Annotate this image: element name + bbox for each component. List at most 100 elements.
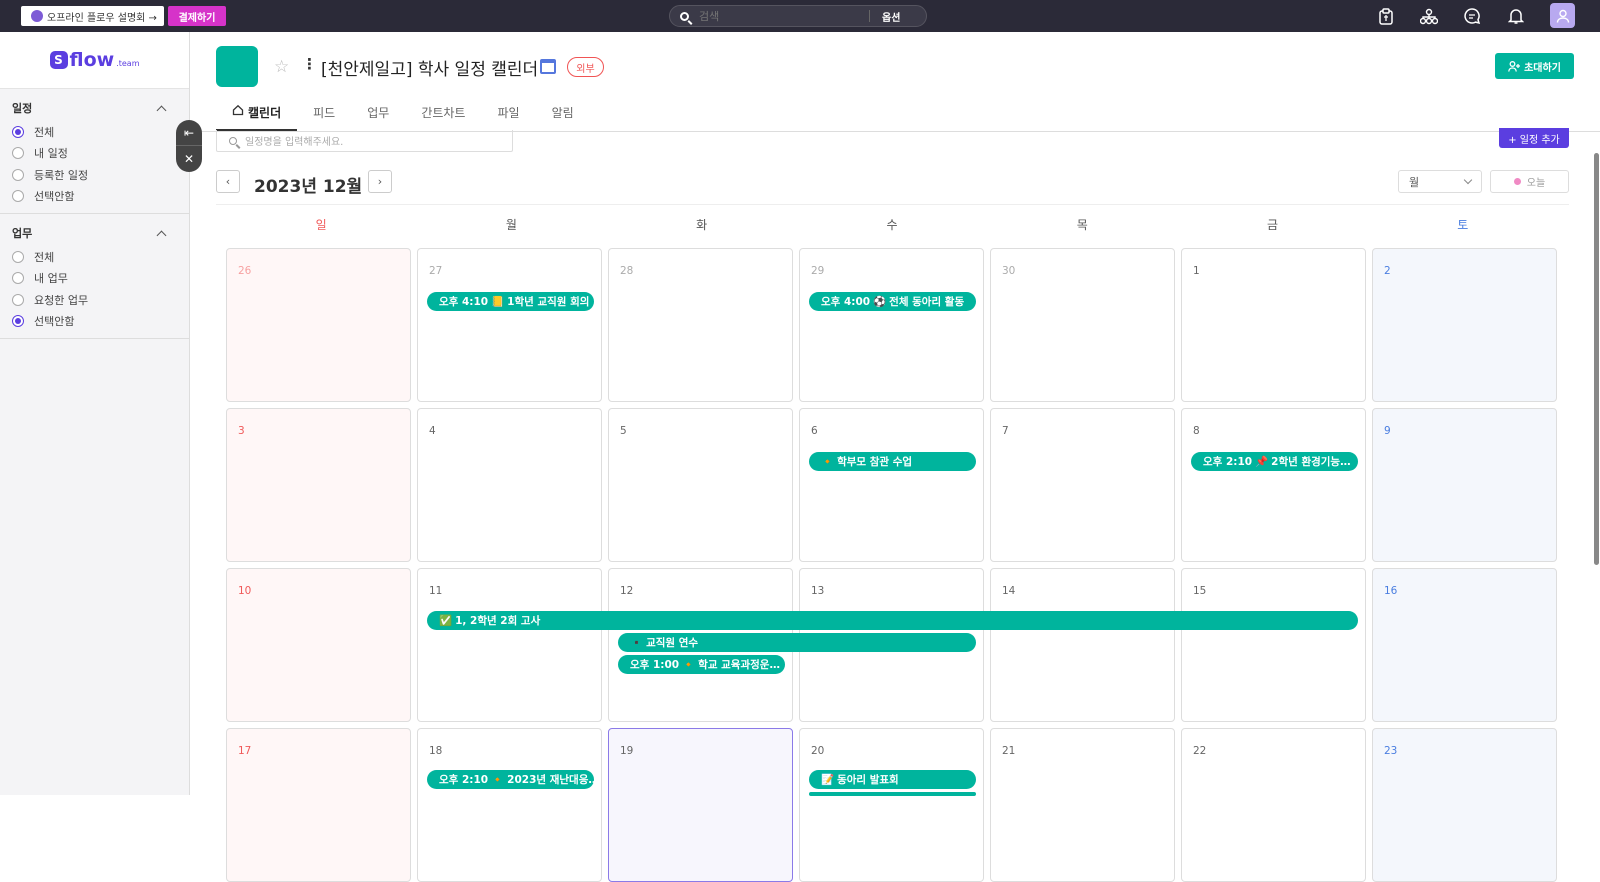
calendar-event-partial[interactable]	[809, 792, 976, 796]
day-cell[interactable]: 28	[608, 248, 793, 402]
next-month-button[interactable]: ›	[368, 170, 392, 193]
radio-selected[interactable]	[12, 125, 24, 138]
radio[interactable]	[12, 272, 24, 285]
search-option-button[interactable]: 옵션	[882, 9, 900, 24]
calendar-event[interactable]: 오후 4:10 📒 1학년 교직원 회의	[427, 292, 594, 311]
schedule-filter-option[interactable]: 전체	[12, 121, 177, 143]
day-cell[interactable]: 14	[990, 568, 1175, 722]
close-icon[interactable]: ✕	[176, 146, 202, 172]
weekday-label: 금	[1267, 218, 1279, 232]
option-label: 요청한 업무	[34, 293, 89, 307]
day-cell[interactable]: 20	[799, 728, 984, 882]
radio[interactable]	[12, 147, 24, 160]
calendar-event[interactable]: 오후 4:00 ⚽ 전체 동아리 활동	[809, 292, 976, 311]
view-mode-select[interactable]: 월	[1398, 170, 1482, 193]
calendar-search-input[interactable]: 일정명을 입력해주세요.	[245, 133, 343, 148]
day-number: 26	[238, 265, 252, 277]
chevron-down-icon	[1463, 175, 1473, 185]
top-bar: 오프라인 플로우 설명회 → 결제하기 옵션	[0, 0, 1600, 32]
day-cell-today[interactable]: 19	[608, 728, 793, 882]
task-filter-option[interactable]: 선택안함	[12, 311, 177, 333]
day-cell[interactable]: 3	[226, 408, 411, 562]
calendar-event[interactable]: 📝 동아리 발표회	[809, 770, 976, 789]
add-event-button[interactable]: + 일정 추가	[1499, 128, 1569, 148]
chevron-up-icon[interactable]	[156, 105, 167, 115]
calendar-event[interactable]: 🔸 학부모 참관 수업	[809, 452, 976, 471]
calendar-event[interactable]: 오후 2:10 📌 2학년 환경기능…	[1191, 452, 1358, 471]
calendar-event[interactable]: ✅ 1, 2학년 2회 고사	[427, 611, 1358, 630]
day-cell[interactable]: 4	[417, 408, 602, 562]
day-cell[interactable]: 27	[417, 248, 602, 402]
task-filter-header[interactable]: 업무	[12, 224, 177, 242]
day-cell[interactable]: 6	[799, 408, 984, 562]
task-filter-option[interactable]: 요청한 업무	[12, 289, 177, 311]
schedule-filter-option[interactable]: 내 일정	[12, 143, 177, 165]
bell-icon[interactable]	[1506, 6, 1526, 26]
day-cell[interactable]: 23	[1372, 728, 1557, 882]
day-cell[interactable]: 10	[226, 568, 411, 722]
tab-tasks[interactable]: 업무	[351, 104, 405, 131]
event-time: 오후 2:10	[1203, 456, 1253, 468]
day-cell[interactable]: 21	[990, 728, 1175, 882]
schedule-filter-header[interactable]: 일정	[12, 99, 177, 117]
event-emoji: 🔸	[821, 456, 835, 468]
logo-sub: .team	[116, 58, 140, 68]
day-cell[interactable]: 16	[1372, 568, 1557, 722]
schedule-filter-option[interactable]: 선택안함	[12, 186, 177, 208]
day-cell[interactable]: 17	[226, 728, 411, 882]
schedule-filter-option[interactable]: 등록한 일정	[12, 164, 177, 186]
calendar-event[interactable]: ▪️ 교직원 연수	[618, 633, 976, 652]
chevron-left-icon: ‹	[225, 175, 231, 188]
star-icon[interactable]: ☆	[274, 57, 289, 77]
clipboard-icon[interactable]	[1376, 6, 1396, 26]
tab-files[interactable]: 파일	[481, 104, 535, 131]
calendar-event[interactable]: 오후 2:10 🔸 2023년 재난대응…	[427, 770, 594, 789]
chat-icon[interactable]	[1462, 6, 1482, 26]
calendar-event[interactable]: 오후 1:00 🔸 학교 교육과정운…	[618, 655, 785, 674]
day-cell[interactable]: 30	[990, 248, 1175, 402]
radio[interactable]	[12, 250, 24, 263]
project-color-swatch[interactable]	[216, 46, 258, 87]
invite-button[interactable]: 초대하기	[1495, 53, 1574, 79]
prev-month-button[interactable]: ‹	[216, 170, 240, 193]
tab-calendar[interactable]: 캘린더	[216, 104, 298, 131]
search-input[interactable]	[699, 9, 869, 23]
weekday-label: 화	[696, 218, 708, 232]
pay-button[interactable]: 결제하기	[168, 6, 226, 26]
day-cell[interactable]: 26	[226, 248, 411, 402]
global-search[interactable]: 옵션	[669, 5, 927, 27]
tab-notifications[interactable]: 알림	[536, 104, 590, 131]
radio[interactable]	[12, 293, 24, 306]
collapse-sidebar-icon[interactable]: ⇤	[176, 120, 202, 146]
calendar-search[interactable]: 일정명을 입력해주세요.	[216, 130, 513, 152]
logo[interactable]: S flow .team	[0, 32, 189, 89]
today-button[interactable]: 오늘	[1490, 170, 1569, 193]
option-label: 등록한 일정	[34, 168, 89, 182]
day-cell[interactable]: 29	[799, 248, 984, 402]
day-cell[interactable]: 5	[608, 408, 793, 562]
radio[interactable]	[12, 190, 24, 203]
day-cell[interactable]: 18	[417, 728, 602, 882]
day-cell[interactable]: 22	[1181, 728, 1366, 882]
day-cell[interactable]: 8	[1181, 408, 1366, 562]
day-cell[interactable]: 7	[990, 408, 1175, 562]
vertical-scrollbar[interactable]	[1594, 153, 1599, 565]
day-cell[interactable]: 11	[417, 568, 602, 722]
more-options-icon[interactable]: ⋮	[302, 55, 317, 73]
day-number: 15	[1193, 585, 1207, 597]
org-chart-icon[interactable]	[1419, 6, 1439, 26]
radio[interactable]	[12, 168, 24, 181]
task-filter-option[interactable]: 내 업무	[12, 268, 177, 290]
day-cell[interactable]: 9	[1372, 408, 1557, 562]
day-cell[interactable]: 2	[1372, 248, 1557, 402]
radio-selected[interactable]	[12, 315, 24, 328]
day-cell[interactable]: 15	[1181, 568, 1366, 722]
chevron-up-icon[interactable]	[156, 230, 167, 240]
promo-button[interactable]: 오프라인 플로우 설명회 →	[21, 6, 164, 26]
tab-gantt[interactable]: 간트차트	[405, 104, 481, 131]
weekday-label: 월	[505, 218, 517, 232]
day-cell[interactable]: 1	[1181, 248, 1366, 402]
task-filter-option[interactable]: 전체	[12, 246, 177, 268]
user-avatar[interactable]	[1550, 3, 1575, 28]
tab-feed[interactable]: 피드	[297, 104, 351, 131]
